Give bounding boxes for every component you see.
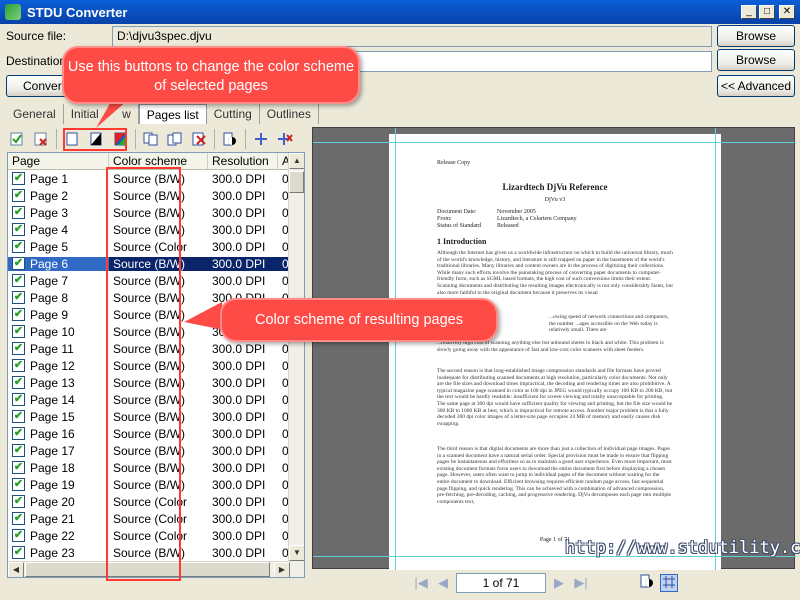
callout-color-buttons: Use this buttons to change the color sch… <box>62 46 360 104</box>
callout-color-scheme: Color scheme of resulting pages <box>220 298 498 342</box>
